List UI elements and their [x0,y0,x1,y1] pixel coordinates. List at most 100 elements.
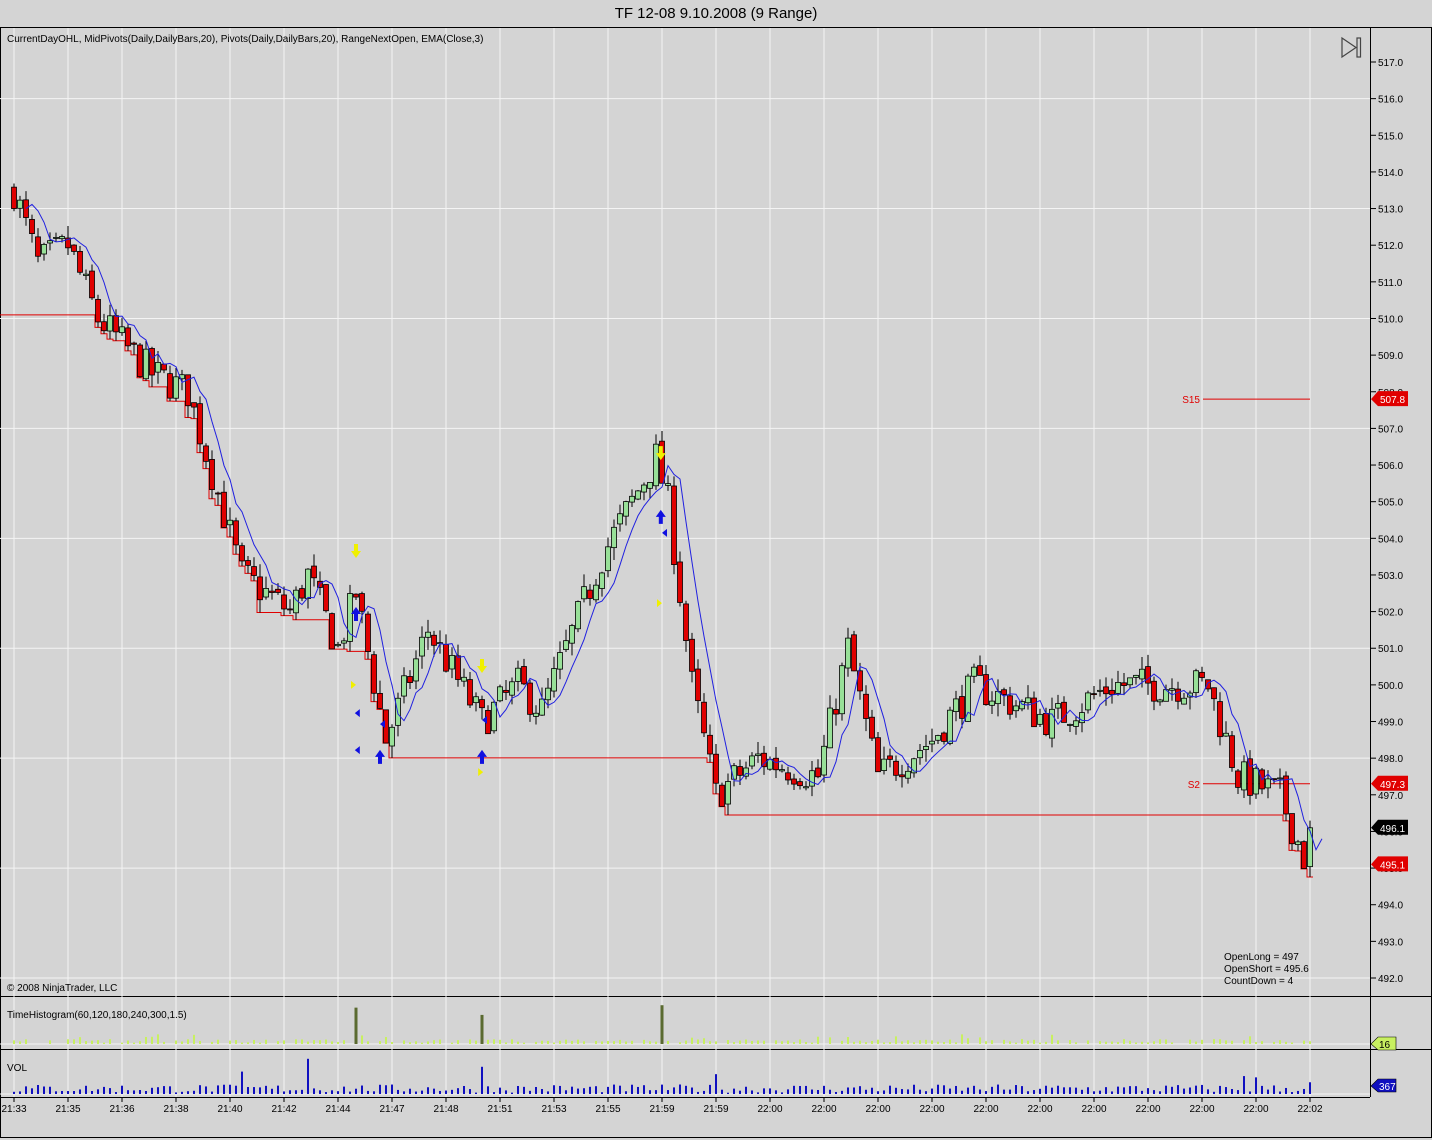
time-histogram-bar [787,1040,789,1044]
x-tick-label: 22:00 [757,1104,782,1115]
volume-bar [661,1084,663,1094]
volume-bar [1249,1091,1251,1094]
time-axis[interactable]: 21:33 21:35 21:36 21:38 21:40 21:42 21:44 21:47… [1,1097,1323,1115]
volume-bar [757,1092,759,1094]
time-histogram-bar [1309,1041,1311,1044]
volume-bar [835,1091,837,1094]
candle-down [245,560,251,566]
y-tick-label: 515.0 [1378,131,1403,142]
candle-up [1097,689,1103,692]
candle-up [533,712,539,717]
volume-bar [859,1086,861,1094]
y-tick-label: 513.0 [1378,205,1403,216]
volume-bar [799,1085,801,1094]
volume-bar [991,1086,993,1094]
volume-bar [763,1088,765,1094]
candle-up [227,519,233,526]
time-histogram-bar [19,1041,21,1044]
x-tick-label: 21:36 [109,1104,134,1115]
signal-up-arrow-icon [655,509,666,524]
y-tick-label: 503.0 [1378,571,1403,582]
volume-bar [625,1091,627,1094]
volume-bar [1015,1085,1017,1094]
y-tick-label: 510.0 [1378,314,1403,325]
candle-down [977,665,983,676]
candle-up [989,700,995,706]
volume-bar [1033,1090,1035,1094]
volume-bar [793,1085,795,1094]
time-histogram-bar [1045,1041,1047,1044]
scroll-to-end-icon[interactable] [1341,36,1362,59]
candle-up [557,652,563,670]
time-histogram-bar [631,1040,633,1044]
time-histogram-bar [163,1041,165,1044]
volume-bar [355,1088,357,1094]
time-histogram-bar [745,1039,747,1044]
time-histogram-bar [1195,1041,1197,1044]
time-histogram-bar [889,1042,891,1044]
volume-bar [367,1090,369,1094]
candle-down [773,757,779,771]
time-histogram-bar [859,1040,861,1044]
volume-bar [781,1092,783,1094]
candle-up [953,698,959,713]
volume-bar [337,1091,339,1094]
y-tick-label: 494.0 [1378,901,1403,912]
candle-down [323,584,329,612]
candle-down [833,709,839,715]
volume-bar [1285,1087,1287,1094]
volume-bar [1009,1089,1011,1094]
candle-down [689,638,695,672]
time-histogram-bar [811,1042,813,1044]
volume-bar [553,1085,555,1094]
candle-up [809,770,815,787]
time-histogram-bar [1135,1042,1137,1044]
time-histogram-bar [1273,1041,1275,1044]
info-open-long: OpenLong = 497 [1224,952,1299,963]
time-histogram-bar [691,1037,693,1044]
candle-up [575,601,581,630]
volume-bar [1225,1087,1227,1094]
x-tick-label: 21:51 [487,1104,512,1115]
price-tag-label: 496.1 [1380,824,1405,835]
time-histogram-bar [559,1040,561,1044]
signal-down-arrow-icon [351,543,361,558]
candle-down [851,634,857,672]
volume-bar [343,1086,345,1094]
time-histogram-bar [433,1040,435,1044]
time-histogram-bar [697,1039,699,1044]
y-tick-label: 516.0 [1378,95,1403,106]
chart-canvas[interactable]: 517.0 516.0 515.0 514.0 513.0 512.0 511.0 510.0… [0,0,1432,1140]
candle-up [647,482,653,489]
candle-down [677,561,683,603]
volume-label: VOL [7,1063,27,1074]
indicator-tag-label: 16 [1379,1040,1391,1051]
price-axis[interactable]: 517.0 516.0 515.0 514.0 513.0 512.0 511.0 510.0… [1370,58,1403,985]
y-tick-label: 500.0 [1378,681,1403,692]
signal-down-arrow-icon [477,659,487,674]
volume-bar [505,1090,507,1094]
time-histogram-bar [67,1039,69,1044]
candle-up [965,675,971,722]
candle-up [623,501,629,517]
time-histogram-bar [799,1039,801,1044]
time-histogram-bar [577,1039,579,1044]
volume-bar [1291,1092,1293,1094]
candle-up [1133,674,1139,678]
candle-down [455,655,461,680]
volume-bar [919,1089,921,1094]
volume-bar [949,1088,951,1094]
y-tick-label: 507.0 [1378,424,1403,435]
volume-bar [199,1085,201,1094]
candle-down [1247,758,1253,796]
volume-bar [1045,1085,1047,1094]
time-histogram-bar [991,1040,993,1044]
candle-down [1145,666,1151,684]
volume-bar [1279,1091,1281,1094]
x-tick-label: 21:40 [217,1104,242,1115]
time-histogram-bar [505,1042,507,1044]
candle-up [629,495,635,503]
volume-bar [601,1092,603,1094]
volume-bar [1021,1086,1023,1094]
volume-bar [595,1086,597,1094]
